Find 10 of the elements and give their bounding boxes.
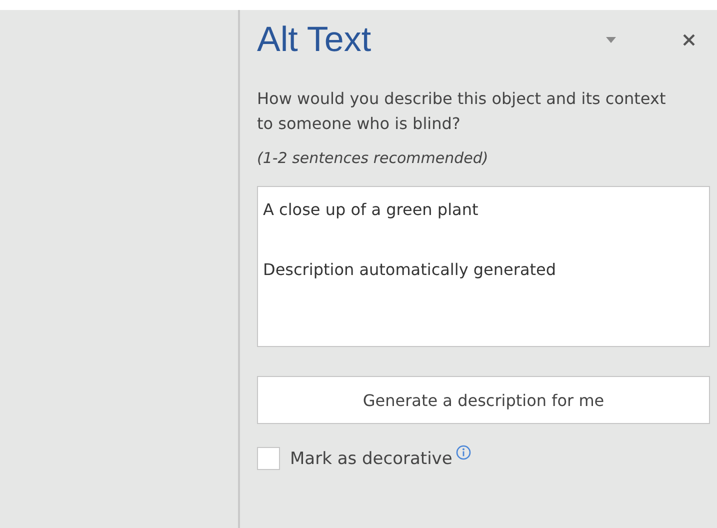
info-icon[interactable] [456, 445, 472, 460]
prompt-text: How would you describe this object and its context to someone who is blind? [257, 88, 667, 135]
close-icon[interactable] [683, 34, 695, 46]
caret-icon[interactable] [606, 37, 616, 43]
pane-title: Alt Text [257, 19, 372, 61]
hint-text: (1-2 sentences recommended) [257, 149, 490, 167]
description-field[interactable]: A close up of a green plant Description automatically generated [257, 186, 710, 347]
generate-button[interactable]: Generate a description for me [257, 376, 710, 424]
checkbox-label[interactable]: Mark as decorative [290, 448, 452, 468]
checkbox[interactable] [257, 447, 280, 470]
